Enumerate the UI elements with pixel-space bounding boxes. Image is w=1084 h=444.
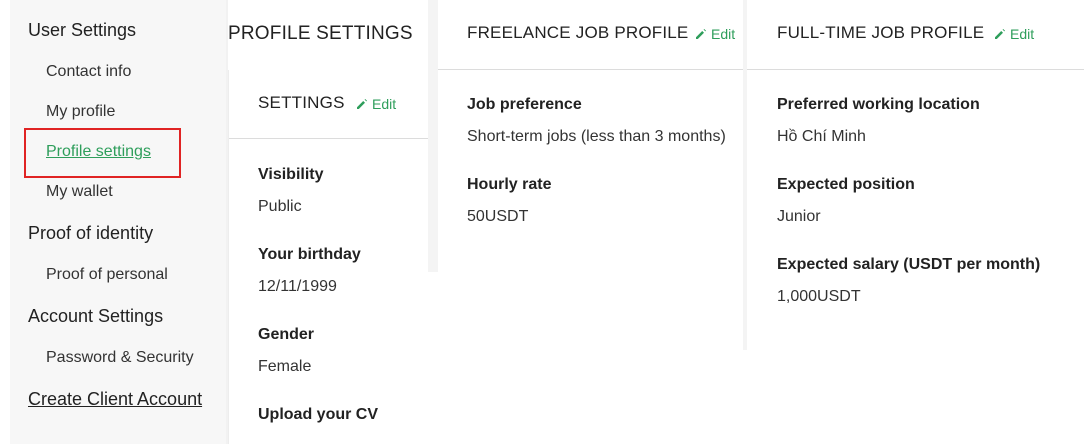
- field-label-preferred-location: Preferred working location: [777, 96, 980, 113]
- field-value-visibility: Public: [258, 198, 302, 215]
- freelance-job-profile-card: FREELANCE JOB PROFILE Edit Job preferenc…: [438, 0, 743, 260]
- edit-label: Edit: [372, 96, 397, 112]
- field-value-job-preference: Short-term jobs (less than 3 months): [467, 128, 726, 145]
- edit-settings-button[interactable]: Edit: [356, 96, 396, 112]
- field-label-upload-cv: Upload your CV: [258, 406, 379, 423]
- field-label-expected-position: Expected position: [777, 176, 915, 193]
- field-label-birthday: Your birthday: [258, 246, 361, 263]
- sidebar-item-contact-info[interactable]: Contact info: [46, 63, 131, 81]
- create-client-account-link[interactable]: Create Client Account: [28, 389, 202, 410]
- profile-settings-page: User Settings Contact info My profile Pr…: [0, 0, 1084, 444]
- field-label-hourly-rate: Hourly rate: [467, 176, 552, 193]
- field-label-gender: Gender: [258, 326, 315, 343]
- card-title: FREELANCE JOB PROFILE: [467, 23, 689, 42]
- field-value-birthday: 12/11/1999: [258, 278, 337, 295]
- field-value-expected-position: Junior: [777, 208, 821, 225]
- edit-freelance-button[interactable]: Edit: [695, 26, 735, 42]
- sidebar: User Settings Contact info My profile Pr…: [10, 0, 226, 444]
- field-value-hourly-rate: 50USDT: [467, 208, 529, 225]
- field-label-job-preference: Job preference: [467, 96, 582, 113]
- sidebar-group-user-settings: User Settings: [28, 20, 137, 40]
- edit-fulltime-button[interactable]: Edit: [994, 26, 1034, 42]
- divider: [428, 0, 438, 272]
- sidebar-item-password-security[interactable]: Password & Security: [46, 349, 194, 367]
- pencil-icon: [994, 28, 1006, 40]
- card-header: SETTINGS Edit: [229, 70, 428, 139]
- page-title: PROFILE SETTINGS: [228, 23, 413, 44]
- pencil-icon: [356, 98, 368, 110]
- field-value-gender: Female: [258, 358, 312, 375]
- field-value-preferred-location: Hồ Chí Minh: [777, 128, 866, 145]
- sidebar-item-my-wallet[interactable]: My wallet: [46, 183, 113, 201]
- active-item-highlight: [24, 128, 181, 178]
- edit-label: Edit: [1010, 26, 1035, 42]
- sidebar-item-proof-of-personal[interactable]: Proof of personal: [46, 266, 168, 284]
- edit-label: Edit: [711, 26, 736, 42]
- sidebar-group-account-settings: Account Settings: [28, 306, 164, 326]
- card-header: FREELANCE JOB PROFILE Edit: [438, 0, 743, 70]
- sidebar-item-my-profile[interactable]: My profile: [46, 103, 115, 121]
- field-value-expected-salary: 1,000USDT: [777, 288, 861, 305]
- settings-card: SETTINGS Edit Visibility Public Your bir…: [228, 70, 428, 444]
- sidebar-group-proof-of-identity: Proof of identity: [28, 223, 154, 243]
- field-label-expected-salary: Expected salary (USDT per month): [777, 256, 1041, 273]
- card-title: FULL-TIME JOB PROFILE: [777, 23, 985, 42]
- field-label-visibility: Visibility: [258, 166, 324, 183]
- pencil-icon: [695, 28, 707, 40]
- full-time-job-profile-card: FULL-TIME JOB PROFILE Edit Preferred wor…: [747, 0, 1084, 350]
- card-title: SETTINGS: [258, 93, 345, 112]
- card-header: FULL-TIME JOB PROFILE Edit: [747, 0, 1084, 70]
